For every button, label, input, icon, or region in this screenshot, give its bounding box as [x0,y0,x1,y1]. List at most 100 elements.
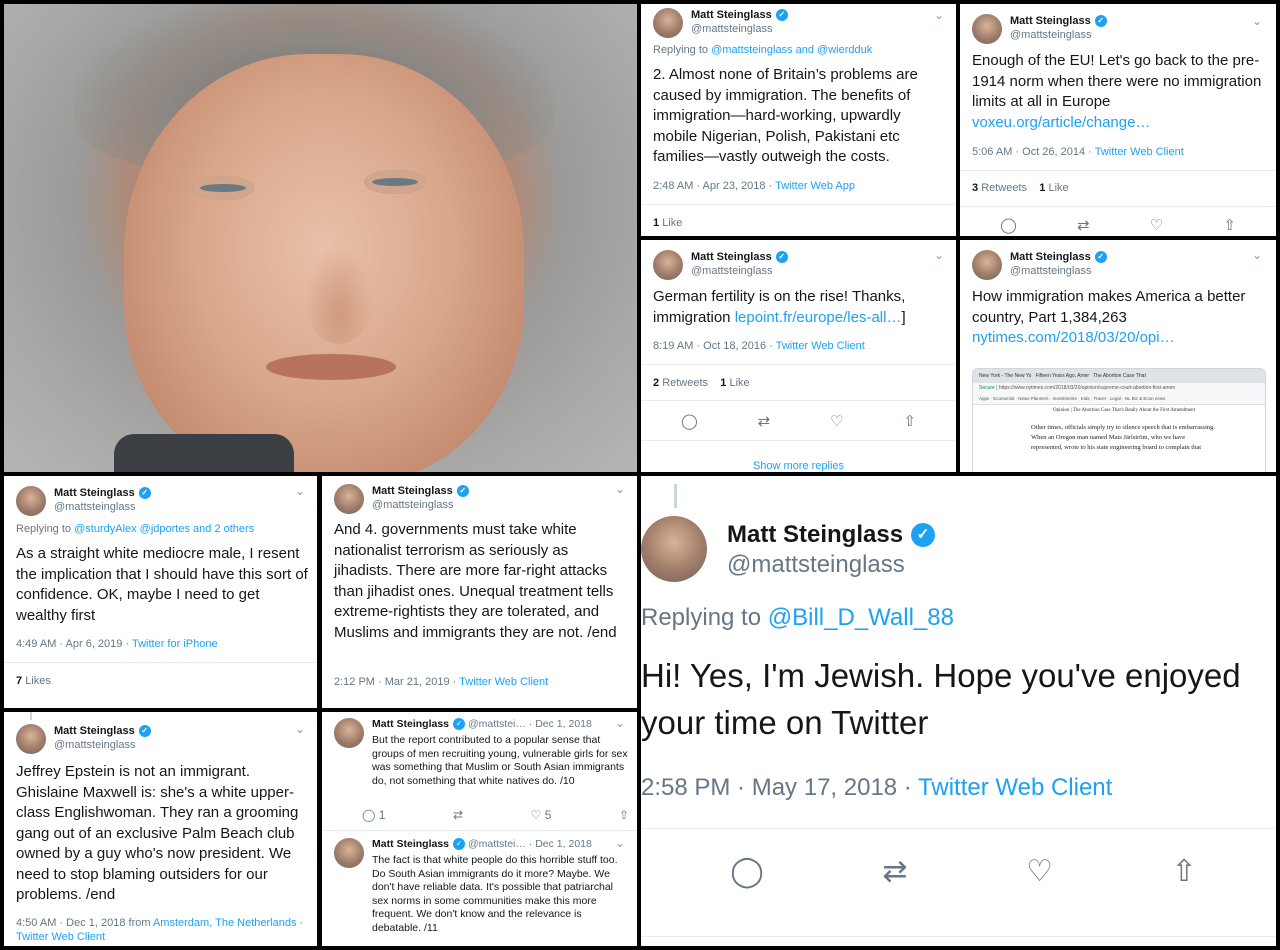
display-name[interactable]: Matt Steinglass [1010,250,1091,264]
avatar[interactable] [334,718,364,748]
display-name[interactable]: Matt Steinglass [691,250,772,264]
photo-right-eye [364,170,426,194]
verified-icon: ✓ [456,485,469,497]
browser-address-bar: Secure | https://www.nytimes.com/2018/03… [973,383,1265,394]
chevron-down-icon[interactable]: ⌄ [615,716,625,730]
share-icon[interactable]: ⇧ [1172,854,1197,889]
chevron-down-icon[interactable]: ⌄ [615,836,625,850]
reply-to-link[interactable]: @mattsteinglass and @wierdduk [711,44,872,56]
like-icon[interactable]: ♡ [830,412,843,430]
tweet-meta: 5:06 AM · Oct 26, 2014 · Twitter Web Cli… [972,146,1184,158]
avatar[interactable] [641,516,707,582]
client-link[interactable]: Twitter Web Client [918,774,1112,801]
reply-icon[interactable]: ◯ 1 [362,808,385,822]
tweet-card-h[interactable]: Matt Steinglass ✓ @mattsteinglass ⌄ Jeffr… [4,712,317,946]
client-link[interactable]: Twitter Web App [775,180,855,192]
tweet-text: The fact is that white people do this ho… [372,854,618,934]
avatar[interactable] [16,724,46,754]
tweet-link[interactable]: nytimes.com/2018/03/20/opi… [972,329,1175,346]
reply-icon[interactable]: ◯ [681,412,698,430]
reply-icon[interactable]: ◯ [1000,216,1017,234]
link-preview[interactable]: New York - The New Yo Fifteen Years Ago, … [972,368,1266,472]
display-name[interactable]: Matt Steinglass [372,838,449,850]
share-icon[interactable]: ⇧ [619,808,629,822]
client-link[interactable]: Twitter Web Client [16,931,105,943]
chevron-down-icon[interactable]: ⌄ [934,248,944,262]
handle[interactable]: @mattstei… [468,838,526,850]
avatar[interactable] [972,14,1002,44]
tweet-link[interactable]: lepoint.fr/europe/les-all… [735,309,902,326]
handle[interactable]: @mattsteinglass [54,738,151,752]
avatar[interactable] [972,250,1002,280]
avatar[interactable] [653,8,683,38]
tweet-text: Enough of the EU! Let's go back to the p… [972,52,1262,131]
handle[interactable]: @mattstei… [468,718,526,730]
retweet-icon[interactable]: ⇄ [758,412,771,430]
display-name[interactable]: Matt Steinglass [691,8,772,22]
tweet-stats[interactable]: 2 Retweets 1 Like [653,377,750,389]
reply-to-link[interactable]: @Bill_D_Wall_88 [768,604,954,631]
handle[interactable]: @mattsteinglass [691,264,788,278]
chevron-down-icon[interactable]: ⌄ [615,482,625,496]
retweet-icon[interactable]: ⇄ [453,808,463,822]
avatar[interactable] [16,486,46,516]
tweet-card-b[interactable]: Matt Steinglass ✓ @mattsteinglass ⌄ Enoug… [960,4,1276,236]
reply-icon[interactable]: ◯ [730,854,764,889]
chevron-down-icon[interactable]: ⌄ [295,484,305,498]
chevron-down-icon[interactable]: ⌄ [934,8,944,22]
client-link[interactable]: Twitter for iPhone [132,638,218,650]
client-link[interactable]: Twitter Web Client [1095,146,1184,158]
tweet-stats[interactable]: 3 Retweets 1 Like [972,182,1069,194]
chevron-down-icon[interactable]: ⌄ [1252,248,1262,262]
display-name[interactable]: Matt Steinglass [54,724,135,738]
share-icon[interactable]: ⇧ [1223,216,1236,234]
retweet-icon[interactable]: ⇄ [1077,216,1090,234]
tweet-card-e[interactable]: Matt Steinglass ✓ @mattsteinglass ⌄ Reply… [4,476,317,708]
article-body: Other times, officials simply try to sil… [1031,424,1216,451]
reply-to-link[interactable]: @sturdyAlex @jdportes and 2 others [74,523,254,535]
display-name[interactable]: Matt Steinglass [372,484,453,498]
tweet-card-d[interactable]: Matt Steinglass ✓ @mattsteinglass ⌄ How i… [960,240,1276,472]
client-link[interactable]: Twitter Web Client [459,676,548,688]
thread-line [30,712,32,720]
handle[interactable]: @mattsteinglass [1010,28,1107,42]
handle[interactable]: @mattsteinglass [372,498,469,512]
photo-mouth [266,354,396,380]
retweet-icon[interactable]: ⇄ [882,854,907,889]
tweet-card-g[interactable]: Matt Steinglass ✓ @mattsteinglass Replyin… [641,476,1276,946]
location-link[interactable]: Amsterdam, The Netherlands [153,917,296,929]
display-name[interactable]: Matt Steinglass [372,718,449,730]
tweet-meta: 2:58 PM · May 17, 2018 · Twitter Web Cli… [641,774,1113,801]
tweet-stats[interactable]: 7 Likes [16,675,51,687]
avatar[interactable] [653,250,683,280]
display-name[interactable]: Matt Steinglass [54,486,135,500]
tweet-card-c[interactable]: Matt Steinglass ✓ @mattsteinglass ⌄ Germa… [641,240,956,472]
tweet-card-ij[interactable]: Matt Steinglass ✓ @mattstei… · Dec 1, 201… [322,712,637,946]
tweet-actions: ◯ ⇄ ♡ ⇧ [970,216,1266,234]
show-more-replies[interactable]: Show more replies [641,460,956,472]
tweet-card-f[interactable]: Matt Steinglass ✓ @mattsteinglass ⌄ And 4… [322,476,637,708]
chevron-down-icon[interactable]: ⌄ [295,722,305,736]
handle[interactable]: @mattsteinglass [691,22,788,36]
avatar[interactable] [334,838,364,868]
chevron-down-icon[interactable]: ⌄ [1252,14,1262,28]
reply-context: Replying to @Bill_D_Wall_88 [641,604,954,631]
handle[interactable]: @mattsteinglass [1010,264,1107,278]
tweet-stats[interactable]: 1 Like [653,217,682,229]
display-name[interactable]: Matt Steinglass [727,520,903,550]
verified-icon: ✓ [138,725,151,737]
client-link[interactable]: Twitter Web Client [776,340,865,352]
like-icon[interactable]: ♡ [1026,854,1053,889]
like-icon[interactable]: ♡ [1150,216,1163,234]
handle[interactable]: @mattsteinglass [727,550,935,580]
tweet-text: Jeffrey Epstein is not an immigrant. Ghi… [16,763,299,903]
tweet-card-a[interactable]: Matt Steinglass ✓ @mattsteinglass ⌄ Reply… [641,4,956,236]
avatar[interactable] [334,484,364,514]
tweet-link[interactable]: voxeu.org/article/change… [972,114,1150,131]
handle[interactable]: @mattsteinglass [54,500,151,514]
verified-icon: ✓ [911,523,936,547]
like-icon[interactable]: ♡ 5 [531,808,552,822]
share-icon[interactable]: ⇧ [903,412,916,430]
photo-nose [304,244,374,344]
display-name[interactable]: Matt Steinglass [1010,14,1091,28]
